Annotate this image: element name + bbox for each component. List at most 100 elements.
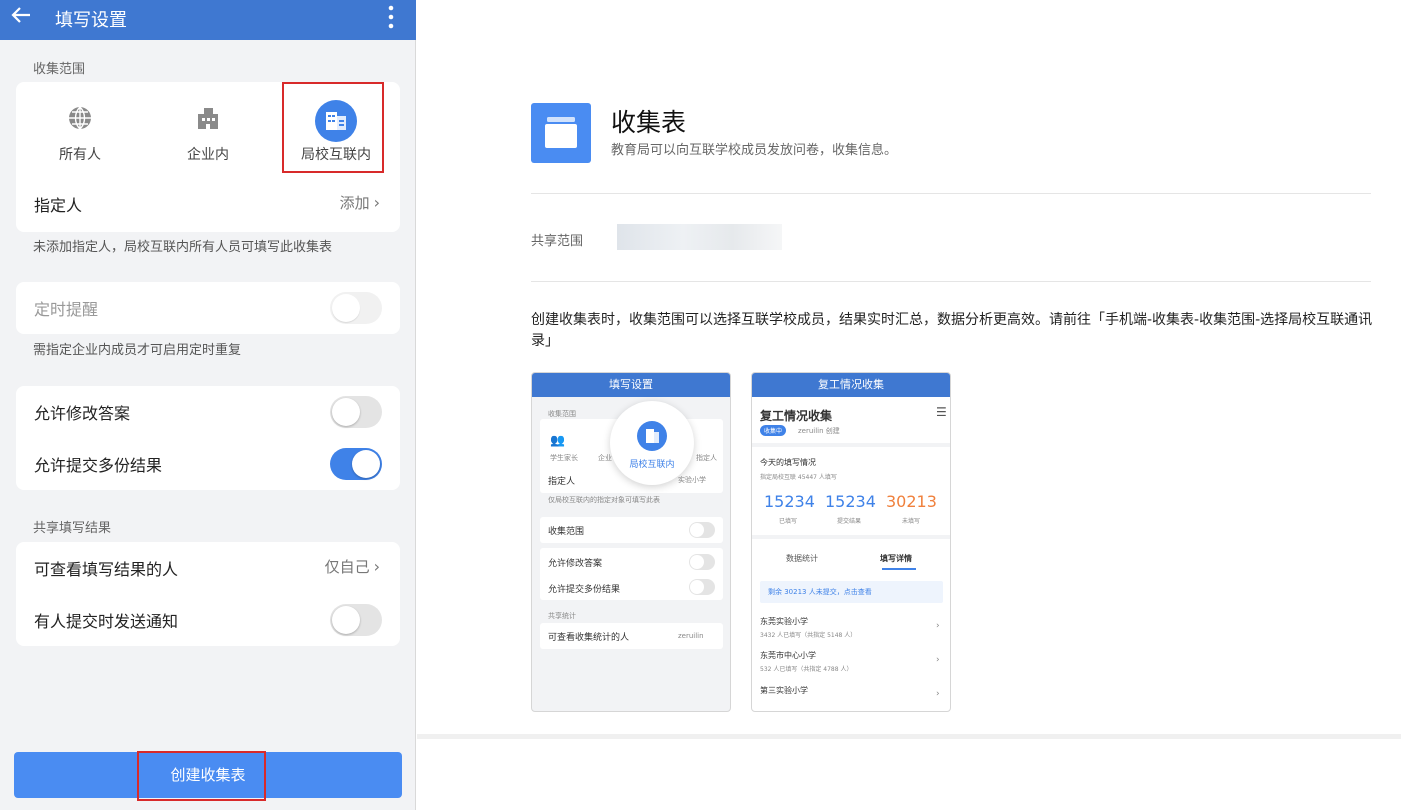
notify-label: 有人提交时发送通知	[34, 612, 179, 631]
stat-label: 提交结果	[837, 518, 862, 525]
scope-option-everyone[interactable]: 所有人	[16, 82, 144, 178]
stat-value: 15234	[825, 492, 876, 511]
school-name: 东莞市中心小学	[760, 651, 816, 660]
school-name: 第三实验小学	[760, 686, 808, 695]
notify-row: 有人提交时发送通知	[16, 594, 400, 646]
designee-hint: 未添加指定人，局校互联内所有人员可填写此收集表	[33, 240, 333, 255]
selection-highlight	[282, 82, 384, 173]
reminder-card: 定时提醒	[16, 282, 400, 334]
description-text: 创建收集表时，收集范围可以选择互联学校成员，结果实时汇总，数据分析更高效。请前往…	[531, 312, 1373, 349]
school-sub: 3432 人已填写（共指定 5148 人）	[760, 632, 857, 639]
stat-label: 已填写	[779, 518, 798, 525]
status-badge: 收集中	[760, 425, 787, 436]
share-scope-label: 共享范围	[531, 234, 584, 249]
shot-row: 收集范围	[540, 517, 723, 543]
globe-icon	[66, 104, 94, 132]
divider	[752, 443, 950, 447]
answer-options-card: 允许修改答案 允许提交多份结果	[16, 386, 400, 490]
reminder-toggle[interactable]	[330, 292, 382, 324]
arrow-left-icon[interactable]	[10, 4, 32, 33]
shot-row: 可查看收集统计的人 zeruilin	[540, 623, 723, 649]
shot-titlebar: 复工情况收集	[752, 373, 950, 397]
share-section-label: 共享填写结果	[33, 521, 112, 536]
chevron-right-icon: ›	[373, 193, 380, 212]
viewers-row[interactable]: 可查看填写结果的人 仅自己 ›	[16, 542, 400, 594]
shot-row-label: 指定人	[548, 477, 576, 487]
add-label: 添加	[339, 194, 370, 212]
form-app-icon	[531, 103, 591, 163]
page-title: 填写设置	[55, 10, 127, 31]
footer-divider	[417, 734, 1401, 739]
panel-header: 填写设置	[0, 0, 416, 40]
shot-tab-active: 填写详情	[880, 554, 912, 563]
divider	[752, 535, 950, 539]
allow-multi-label: 允许提交多份结果	[34, 456, 163, 475]
shot-option: 学生家长	[550, 454, 578, 462]
allow-multi-row: 允许提交多份结果	[16, 438, 400, 490]
designee-action: 添加 ›	[340, 192, 380, 213]
reminder-hint: 需指定企业内成员才可启用定时重复	[33, 343, 242, 358]
shot-toggle	[689, 579, 715, 595]
scope-option-enterprise[interactable]: 企业内	[144, 82, 272, 178]
notify-toggle[interactable]	[330, 604, 382, 636]
school-name: 东莞实验小学	[760, 617, 808, 626]
button-highlight	[137, 751, 266, 801]
designee-label: 指定人	[34, 196, 83, 215]
shot-creator: zeruilin 创建	[798, 427, 840, 435]
chevron-right-icon: ›	[936, 655, 940, 665]
magnifier-circle: 局校互联内	[610, 401, 694, 485]
shot-titlebar: 填写设置	[532, 373, 730, 397]
more-vertical-icon[interactable]	[388, 5, 394, 33]
divider	[531, 281, 1371, 282]
shot-hint: 仅局校互联内的指定对象可填写此表	[548, 496, 660, 504]
shot-label: 收集范围	[548, 410, 576, 418]
share-scope-value-blurred	[617, 224, 782, 250]
allow-edit-row: 允许修改答案	[16, 386, 400, 438]
shot-row-value: zeruilin	[678, 632, 704, 640]
info-panel: 收集表 教育局可以向互联学校成员发放问卷，收集信息。 共享范围 创建收集表时，收…	[417, 0, 1401, 810]
shot-notice-text: 剩余 30213 人未提交，点击查看	[768, 588, 872, 596]
app-title: 收集表	[611, 108, 687, 137]
shot-row-value: 实验小学	[678, 476, 706, 484]
building-icon	[194, 104, 222, 132]
example-screenshot-results: 复工情况收集 复工情况收集 ☰ 收集中 zeruilin 创建 今天的填写情况 …	[751, 372, 951, 712]
designee-row[interactable]: 指定人 添加 ›	[16, 178, 400, 230]
shot-option-selected: 局校互联内	[629, 460, 675, 470]
divider	[531, 193, 1371, 194]
shot-notice: 剩余 30213 人未提交，点击查看	[760, 581, 943, 603]
user-pair-icon: 👥	[550, 433, 565, 447]
shot-row-label: 收集范围	[548, 527, 585, 537]
reminder-row: 定时提醒	[16, 282, 400, 334]
viewers-label: 可查看填写结果的人	[34, 560, 179, 579]
shot-row-label: 可查看收集统计的人	[548, 633, 630, 643]
chevron-right-icon: ›	[373, 557, 380, 576]
settings-panel: 填写设置 收集范围 所有人 企业内 局校互联内 指定人 添加 › 未添加指定人，…	[0, 0, 416, 810]
scope-option-label: 企业内	[187, 147, 229, 163]
menu-icon: ☰	[936, 405, 947, 419]
stat-label: 未填写	[902, 518, 921, 525]
shot-row-label: 允许修改答案	[548, 559, 603, 569]
shot-row-label: 允许提交多份结果	[548, 585, 621, 595]
chevron-right-icon: ›	[936, 621, 940, 631]
app-subtitle: 教育局可以向互联学校成员发放问卷，收集信息。	[611, 143, 898, 158]
tab-underline	[882, 568, 916, 570]
viewers-value: 仅自己 ›	[325, 556, 380, 577]
shot-label: 共享统计	[548, 612, 576, 620]
stat-value: 30213	[886, 492, 937, 511]
allow-multi-toggle[interactable]	[330, 448, 382, 480]
example-screenshot-settings: 填写设置 收集范围 👥 学生家长 企业 指定人 指定人 实验小学 仅局校互联内的…	[531, 372, 731, 712]
shot-row: 允许修改答案 允许提交多份结果	[540, 548, 723, 600]
share-card: 可查看填写结果的人 仅自己 › 有人提交时发送通知	[16, 542, 400, 646]
chevron-right-icon: ›	[936, 689, 940, 699]
shot-toggle	[689, 522, 715, 538]
stat-value: 15234	[764, 492, 815, 511]
scope-section-label: 收集范围	[33, 62, 86, 77]
shot-today-label: 今天的填写情况	[760, 458, 816, 467]
scope-option-label: 所有人	[59, 147, 101, 163]
shot-today-sub: 指定局校互联 45447 人填写	[760, 474, 837, 481]
viewers-value-text: 仅自己	[324, 558, 370, 576]
reminder-label: 定时提醒	[34, 300, 99, 319]
allow-edit-toggle[interactable]	[330, 396, 382, 428]
shot-form-title: 复工情况收集	[760, 409, 833, 423]
shot-option: 指定人	[696, 454, 717, 462]
